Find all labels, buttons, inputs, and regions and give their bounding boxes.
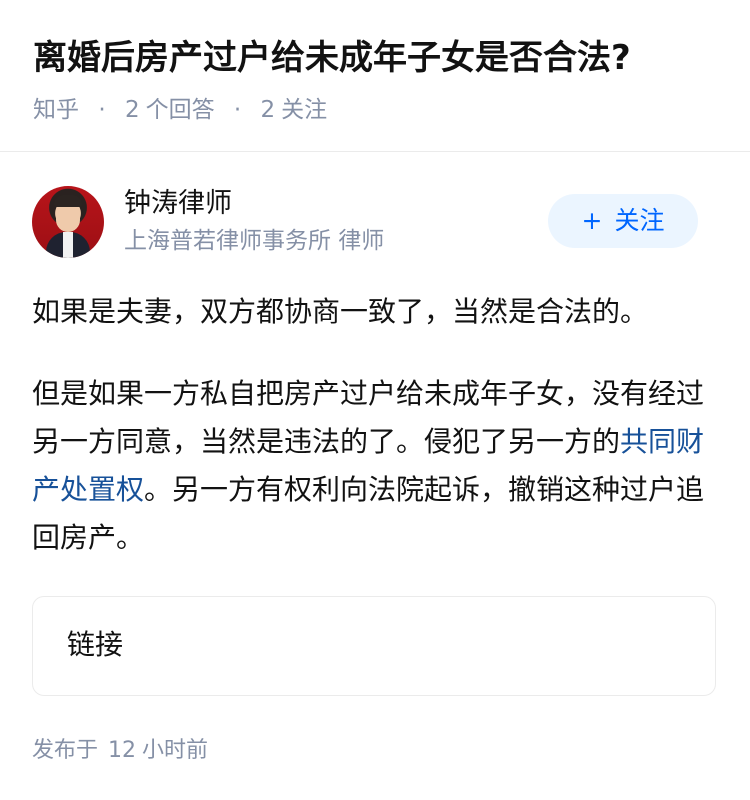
author-info: 钟涛律师 上海普若律师事务所 律师 + 关注 bbox=[0, 178, 750, 268]
question-header: 离婚后房产过户给未成年子女是否合法? 知乎 · 2 个回答 · 2 关注 bbox=[0, 0, 750, 152]
follower-count: 2 bbox=[260, 97, 276, 123]
author-name[interactable]: 钟涛律师 bbox=[124, 184, 232, 224]
follow-button-label: 关注 bbox=[614, 206, 665, 235]
follower-count-label[interactable]: 关注 bbox=[281, 97, 327, 123]
meta-separator: · bbox=[98, 97, 106, 123]
publish-unit: 小时前 bbox=[142, 738, 209, 763]
answer-content: 如果是夫妻，双方都协商一致了，当然是合法的。 但是如果一方私自把房产过户给未成年… bbox=[32, 288, 712, 596]
follow-button[interactable]: + 关注 bbox=[548, 194, 698, 248]
question-meta: 知乎 · 2 个回答 · 2 关注 bbox=[33, 93, 327, 127]
publish-time: 发布于 12 小时前 bbox=[32, 734, 208, 768]
source-label[interactable]: 知乎 bbox=[33, 97, 79, 123]
publish-prefix: 发布于 bbox=[32, 738, 99, 763]
author-headline: 上海普若律师事务所 律师 bbox=[124, 228, 385, 254]
meta-separator: · bbox=[233, 97, 242, 123]
link-card[interactable]: 链接 bbox=[32, 596, 716, 696]
avatar[interactable] bbox=[32, 186, 104, 258]
answer-paragraph: 如果是夫妻，双方都协商一致了，当然是合法的。 bbox=[32, 295, 649, 328]
publish-value: 12 bbox=[108, 738, 137, 763]
answer-text: 但是如果一方私自把房产过户给未成年子女，没有经过另一方同意，当然是违法的了。侵犯… bbox=[32, 377, 705, 458]
answer-count: 2 bbox=[124, 97, 140, 123]
question-title[interactable]: 离婚后房产过户给未成年子女是否合法? bbox=[33, 32, 631, 84]
plus-icon: + bbox=[581, 206, 603, 235]
answer-paragraph: 但是如果一方私自把房产过户给未成年子女，没有经过另一方同意，当然是违法的了。侵犯… bbox=[32, 370, 712, 562]
answer-count-label[interactable]: 个回答 bbox=[146, 97, 215, 123]
link-card-label: 链接 bbox=[67, 628, 124, 661]
